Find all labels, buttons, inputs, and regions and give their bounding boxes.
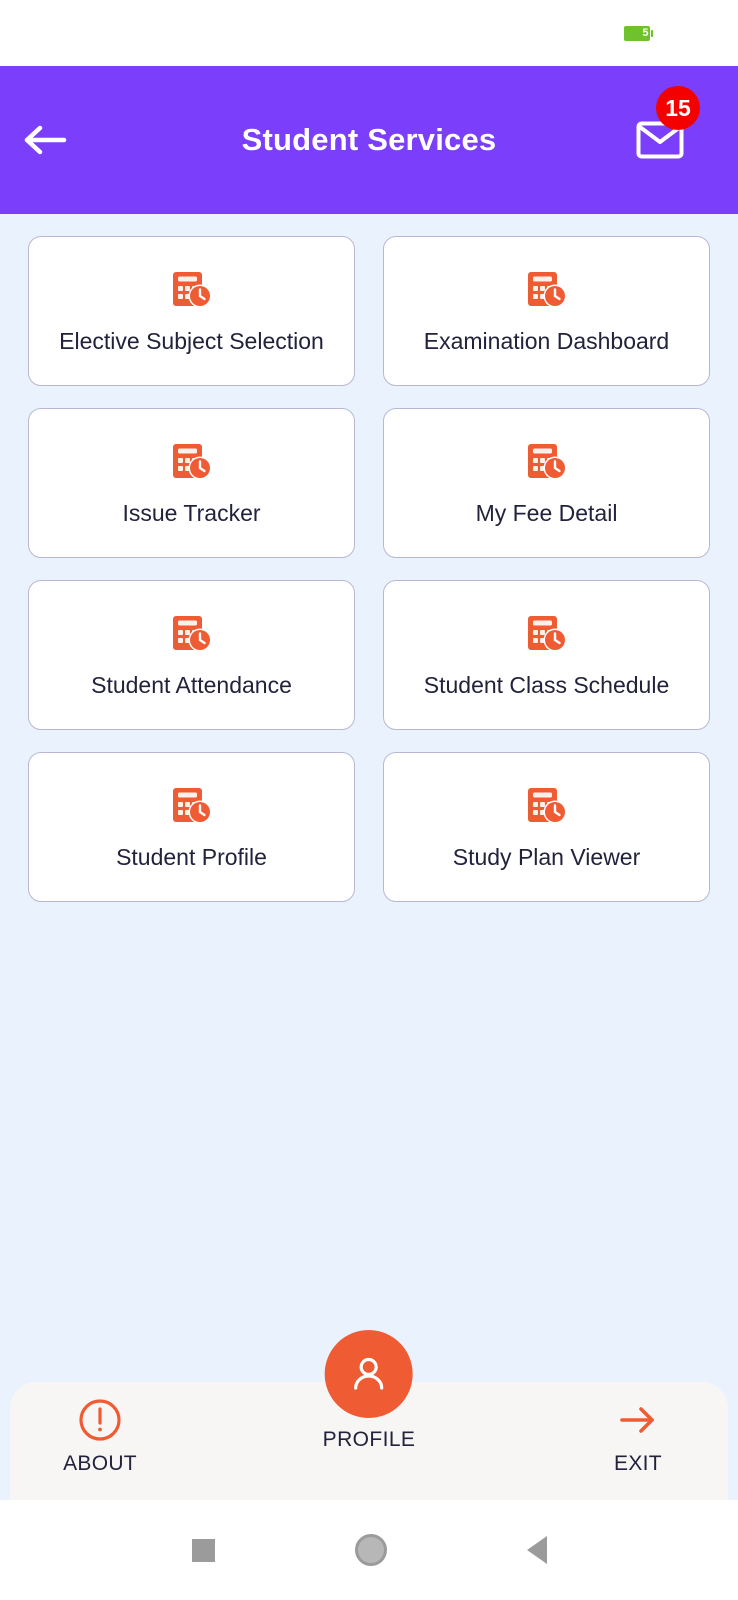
square-icon[interactable] xyxy=(191,1538,215,1562)
service-card-issue-tracker[interactable]: Issue Tracker xyxy=(28,408,355,558)
app-bar: Student Services 15 xyxy=(0,66,738,214)
calendar-clock-icon xyxy=(525,267,569,316)
status-bar: 5 xyxy=(0,0,738,66)
service-card-label: Student Profile xyxy=(116,844,267,871)
arrow-left-icon xyxy=(24,125,67,155)
arrow-right-icon xyxy=(620,1407,654,1433)
mail-button[interactable]: 15 xyxy=(634,86,700,166)
calendar-clock-icon xyxy=(170,439,214,488)
bottom-nav-wrap: ABOUT EXIT PROFILE xyxy=(0,1330,738,1500)
calendar-clock-icon xyxy=(170,611,214,660)
back-button[interactable] xyxy=(22,116,70,164)
service-card-label: Elective Subject Selection xyxy=(59,328,324,355)
services-grid: Elective Subject Selection Examination D… xyxy=(0,214,738,902)
nav-item-profile[interactable]: PROFILE xyxy=(323,1330,416,1452)
person-icon xyxy=(354,1357,384,1390)
calendar-clock-icon xyxy=(170,783,214,832)
circle-icon[interactable] xyxy=(354,1534,387,1566)
battery-icon: 5 xyxy=(624,25,653,41)
android-system-nav xyxy=(0,1500,738,1600)
exclamation-circle-icon xyxy=(79,1399,121,1441)
triangle-left-icon[interactable] xyxy=(526,1536,547,1564)
service-card-elective-subject-selection[interactable]: Elective Subject Selection xyxy=(28,236,355,386)
phone-screen: 5 Student Services 15 Elective Subject S… xyxy=(0,0,738,1600)
service-card-student-profile[interactable]: Student Profile xyxy=(28,752,355,902)
profile-fab-circle xyxy=(325,1330,413,1418)
service-card-label: Issue Tracker xyxy=(122,500,261,527)
service-card-label: Student Attendance xyxy=(91,672,292,699)
mail-badge: 15 xyxy=(656,86,700,130)
page-title: Student Services xyxy=(241,122,497,157)
battery-level-label: 5 xyxy=(642,26,648,39)
service-card-examination-dashboard[interactable]: Examination Dashboard xyxy=(383,236,710,386)
service-card-label: Examination Dashboard xyxy=(423,328,670,355)
service-card-study-plan-viewer[interactable]: Study Plan Viewer xyxy=(383,752,710,902)
nav-item-exit[interactable]: EXIT xyxy=(596,1396,680,1476)
service-card-label: Study Plan Viewer xyxy=(452,844,641,871)
nav-label-profile: PROFILE xyxy=(322,1428,416,1451)
service-card-my-fee-detail[interactable]: My Fee Detail xyxy=(383,408,710,558)
calendar-clock-icon xyxy=(170,267,214,316)
nav-label-exit: EXIT xyxy=(614,1452,662,1475)
calendar-clock-icon xyxy=(525,783,569,832)
nav-item-about[interactable]: ABOUT xyxy=(58,1396,142,1476)
calendar-clock-icon xyxy=(525,439,569,488)
service-card-student-class-schedule[interactable]: Student Class Schedule xyxy=(383,580,710,730)
service-card-student-attendance[interactable]: Student Attendance xyxy=(28,580,355,730)
nav-label-about: ABOUT xyxy=(63,1452,137,1475)
service-card-label: Student Class Schedule xyxy=(423,672,670,699)
calendar-clock-icon xyxy=(525,611,569,660)
service-card-label: My Fee Detail xyxy=(475,500,618,527)
